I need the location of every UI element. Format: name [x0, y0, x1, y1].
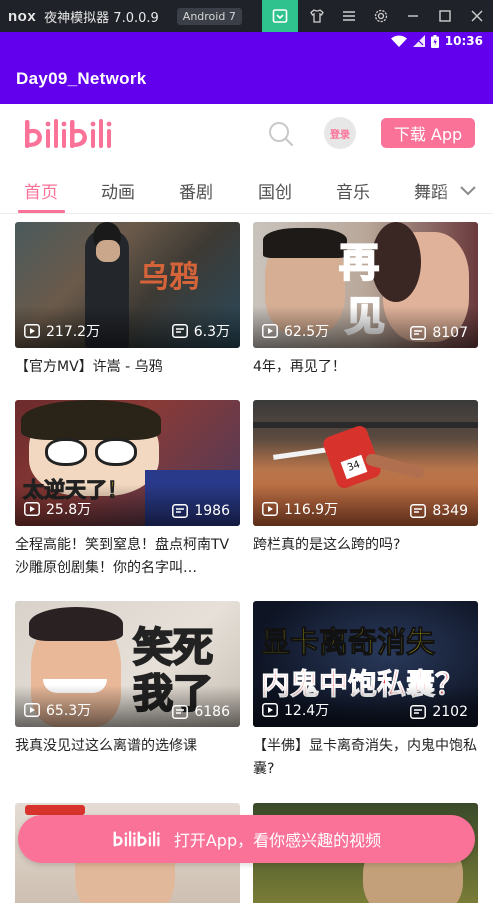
comment-count: 1986	[172, 503, 230, 519]
bilibili-logo[interactable]	[22, 114, 112, 154]
battery-icon	[430, 34, 439, 48]
video-card[interactable]: 乌鸦 217.2万 6.3万 【官方MV】许嵩 - 乌鸦	[15, 222, 240, 379]
danmaku-icon	[172, 705, 189, 719]
comment-count: 6.3万	[171, 321, 230, 341]
play-icon	[24, 502, 40, 516]
video-card[interactable]: 笑死 我了 65.3万 6186 我真没见过这么离谱的选修课	[15, 601, 240, 758]
emulator-maximize-icon[interactable]	[427, 0, 463, 32]
video-card[interactable]: 再 见 62.5万 8107 4年，再见了！	[253, 222, 478, 379]
emulator-shirt-icon[interactable]	[299, 0, 335, 32]
login-button[interactable]: 登录	[324, 117, 356, 149]
tab-bangumi[interactable]: 番剧	[179, 178, 213, 203]
emulator-title: 夜神模拟器 7.0.0.9	[44, 10, 159, 26]
android-version-badge: Android 7	[176, 7, 242, 25]
danmaku-icon	[410, 504, 427, 518]
emulator-settings-icon[interactable]	[363, 0, 399, 32]
emulator-keyboard-icon[interactable]	[262, 0, 298, 32]
active-tab-indicator	[18, 210, 65, 213]
tab-guochuang[interactable]: 国创	[258, 178, 292, 203]
open-app-label: 打开App，看你感兴趣的视频	[173, 831, 382, 850]
video-title[interactable]: 全程高能！笑到窒息！盘点柯南TV沙雕原创剧集！你的名字叫…	[15, 534, 240, 580]
video-thumbnail[interactable]: 乌鸦 217.2万 6.3万	[15, 222, 240, 348]
emulator-close-icon[interactable]	[459, 0, 493, 32]
video-thumbnail[interactable]: 笑死 我了 65.3万 6186	[15, 601, 240, 727]
comment-count: 8107	[410, 325, 468, 341]
video-title[interactable]: 【半佛】显卡离奇消失，内鬼中饱私囊?	[253, 735, 478, 781]
thumbnail-caption: 再	[338, 239, 380, 287]
emulator-logo: nox	[8, 7, 37, 25]
video-title[interactable]: 跨栏真的是这么跨的吗?	[253, 534, 478, 557]
video-card[interactable]: 34 116.9万 8349 跨栏真的是这么跨的吗?	[253, 400, 478, 557]
video-card[interactable]: 显卡离奇消失 内鬼中饱私囊？ 12.4万 2102 【半佛】显卡离奇消失，内鬼中…	[253, 601, 478, 781]
danmaku-icon	[410, 705, 427, 719]
comment-count: 2102	[410, 704, 468, 720]
view-count: 116.9万	[262, 499, 338, 519]
danmaku-icon	[171, 324, 188, 338]
video-title[interactable]: 【官方MV】许嵩 - 乌鸦	[15, 356, 240, 379]
emulator-menu-icon[interactable]	[331, 0, 367, 32]
thumbnail-caption: 显卡离奇消失	[260, 625, 436, 660]
tab-music[interactable]: 音乐	[336, 178, 370, 203]
play-icon	[262, 703, 278, 717]
view-count: 25.8万	[24, 499, 91, 519]
tab-animation[interactable]: 动画	[101, 178, 135, 203]
video-title[interactable]: 我真没见过这么离谱的选修课	[15, 735, 240, 758]
status-time: 10:36	[444, 34, 483, 48]
android-status-bar: 10:36	[0, 32, 493, 54]
video-thumbnail[interactable]: 再 见 62.5万 8107	[253, 222, 478, 348]
play-icon	[262, 502, 278, 516]
wifi-icon	[390, 35, 407, 47]
chevron-down-icon[interactable]	[442, 166, 493, 213]
danmaku-icon	[410, 326, 427, 340]
video-thumbnail[interactable]: 太逆天了！ 25.8万 1986	[15, 400, 240, 526]
play-icon	[262, 324, 278, 338]
signal-icon	[412, 35, 425, 47]
video-card[interactable]: 太逆天了！ 25.8万 1986 全程高能！笑到窒息！盘点柯南TV沙雕原创剧集！…	[15, 400, 240, 580]
download-app-button[interactable]: 下载 App	[381, 118, 475, 148]
tab-home[interactable]: 首页	[24, 178, 58, 203]
video-thumbnail[interactable]: 34 116.9万 8349	[253, 400, 478, 526]
view-count: 62.5万	[262, 321, 329, 341]
danmaku-icon	[172, 504, 189, 518]
play-icon	[24, 703, 40, 717]
bilibili-logo-icon	[113, 831, 160, 847]
emulator-title-bar: nox 夜神模拟器 7.0.0.9 Android 7	[0, 0, 493, 32]
view-count: 12.4万	[262, 700, 329, 720]
comment-count: 8349	[410, 503, 468, 519]
view-count: 65.3万	[24, 700, 91, 720]
video-title[interactable]: 4年，再见了！	[253, 356, 478, 379]
view-count: 217.2万	[24, 321, 100, 341]
play-icon	[24, 324, 40, 338]
emulator-minimize-icon[interactable]	[395, 0, 431, 32]
search-icon[interactable]	[268, 121, 294, 151]
app-bar-title: Day09_Network	[0, 54, 493, 104]
open-app-banner[interactable]: 打开App，看你感兴趣的视频	[18, 815, 475, 863]
thumbnail-caption: 乌鸦	[139, 260, 199, 295]
comment-count: 6186	[172, 704, 230, 720]
category-tabs: 首页 动画 番剧 国创 音乐 舞蹈	[0, 166, 493, 214]
video-thumbnail[interactable]: 显卡离奇消失 内鬼中饱私囊？ 12.4万 2102	[253, 601, 478, 727]
